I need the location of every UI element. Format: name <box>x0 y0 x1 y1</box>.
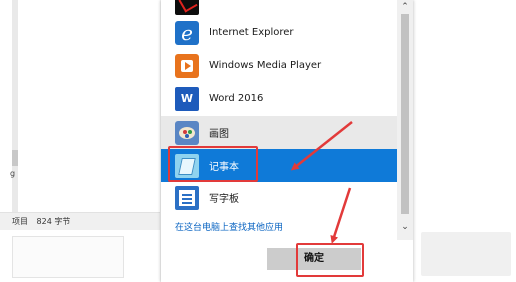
app-item-label: 画图 <box>209 129 229 140</box>
status-items-label: 项目 <box>12 217 28 226</box>
app-item-wordpad[interactable]: 写字板 <box>161 181 397 214</box>
background-scroll-track <box>12 0 18 212</box>
more-apps-link[interactable]: 在这台电脑上查找其他应用 <box>175 220 283 233</box>
app-item-label: Word 2016 <box>209 93 264 104</box>
status-file-size: 824 字节 <box>36 217 71 226</box>
scrollbar-thumb[interactable] <box>401 14 409 214</box>
background-right-panel <box>421 232 511 276</box>
adobe-pdf-icon <box>175 0 199 15</box>
background-right-area <box>413 0 516 282</box>
chevron-down-icon[interactable]: ⌄ <box>397 220 413 234</box>
app-item-paint[interactable]: 画图 <box>161 116 397 149</box>
chevron-up-icon[interactable]: ⌃ <box>397 0 413 14</box>
annotation-highlight-notepad <box>168 146 258 182</box>
app-list-scrollbar[interactable]: ⌃ ⌄ <box>397 0 413 240</box>
annotation-highlight-ok-button <box>296 243 364 277</box>
wordpad-icon <box>175 185 199 210</box>
status-bar: 项目 824 字节 <box>0 212 160 230</box>
windows-media-player-icon <box>175 53 199 78</box>
word-icon: W <box>175 86 199 111</box>
app-item-label: Internet Explorer <box>209 27 294 38</box>
background-explorer-window: g 项目 824 字节 <box>0 0 160 230</box>
app-item-label: Windows Media Player <box>209 60 322 71</box>
app-list: e Internet Explorer Windows Media Player… <box>161 0 397 240</box>
background-lower-area <box>0 230 160 282</box>
internet-explorer-icon: e <box>175 20 199 45</box>
app-item-windows-media-player[interactable]: Windows Media Player <box>161 49 397 82</box>
app-item-label: 写字板 <box>209 194 239 205</box>
app-item-word[interactable]: W Word 2016 <box>161 82 397 115</box>
open-with-dialog: e Internet Explorer Windows Media Player… <box>161 0 413 282</box>
background-panel <box>12 236 124 278</box>
background-scroll-thumb[interactable] <box>12 150 18 166</box>
screenshot: g 项目 824 字节 e Internet Explorer Windows … <box>0 0 516 282</box>
app-item-internet-explorer[interactable]: e Internet Explorer <box>161 16 397 49</box>
background-text-fragment: g <box>10 169 16 178</box>
paint-icon <box>175 120 199 145</box>
